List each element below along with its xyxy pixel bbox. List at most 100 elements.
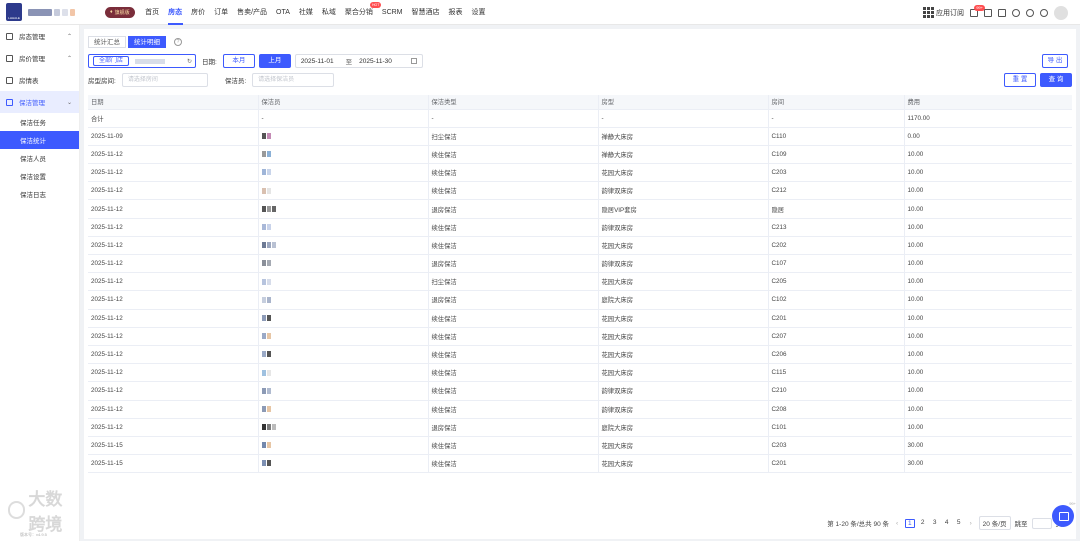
document-icon[interactable]: [984, 8, 992, 17]
table-cell: 续住保洁: [428, 163, 599, 183]
sidebar-group-0[interactable]: 房态管理 ⌃: [0, 25, 79, 47]
sidebar-item-1[interactable]: 保洁统计: [0, 131, 79, 149]
table-row[interactable]: 2025-11-15 续住保洁 花园大床房 C203 30.00: [88, 436, 1072, 456]
refresh-icon[interactable]: ↻: [187, 58, 192, 65]
table-row[interactable]: 2025-11-12 续住保洁 韵律双床房 C212 10.00: [88, 181, 1072, 201]
query-button[interactable]: 查 询: [1040, 73, 1072, 87]
column-header[interactable]: 保洁员: [258, 95, 429, 110]
table-cell: C212: [768, 181, 905, 201]
table-cell: 隐居VIP套房: [598, 199, 769, 219]
export-button[interactable]: 导 出: [1042, 54, 1068, 68]
nav-item-5[interactable]: OTA: [272, 0, 295, 25]
nav-item-7[interactable]: 私域: [317, 0, 340, 25]
table-cell: 花园大床房: [598, 436, 769, 456]
message-icon[interactable]: 99+: [970, 4, 985, 17]
store-select[interactable]: 全部门店 ↻: [88, 54, 196, 68]
table-row[interactable]: 2025-11-12 退房保洁 庭院大床房 C101 10.00: [88, 418, 1072, 437]
date-to[interactable]: 2025-11-30: [359, 58, 392, 65]
nav-item-3[interactable]: 订单: [210, 0, 233, 25]
nav-item-0[interactable]: 首页: [141, 0, 164, 25]
nav-item-4[interactable]: 售卖/产品: [233, 0, 272, 25]
column-header[interactable]: 保洁类型: [428, 95, 599, 110]
tab-summary[interactable]: 统计汇总: [88, 36, 126, 48]
edit-icon[interactable]: [998, 8, 1006, 17]
hotel-name-blurred: [28, 8, 75, 16]
page-number[interactable]: 4: [943, 519, 951, 528]
table-row[interactable]: 2025-11-12 续住保洁 花园大床房 C201 10.00: [88, 309, 1072, 328]
chat-button[interactable]: 99+: [1052, 501, 1076, 527]
cleaner-select[interactable]: 请选择保洁员: [252, 73, 335, 87]
nav-item-6[interactable]: 社媒: [294, 0, 317, 25]
sidebar-item-4[interactable]: 保洁日志: [0, 185, 79, 203]
table-row[interactable]: 2025-11-12 退房保洁 庭院大床房 C102 10.00: [88, 290, 1072, 310]
room-select[interactable]: 请选择房间: [121, 73, 208, 87]
table-row[interactable]: 2025-11-12 退房保洁 隐居VIP套房 隐居 10.00: [88, 199, 1072, 219]
sidebar-group-2[interactable]: 房情表: [0, 69, 79, 91]
table-row[interactable]: 2025-11-12 续住保洁 花园大床房 C206 10.00: [88, 345, 1072, 365]
table-row[interactable]: 2025-11-09 扫尘保洁 禅静大床房 C110 0.00: [88, 127, 1072, 146]
reset-button[interactable]: 重 置: [1004, 73, 1036, 87]
page-number[interactable]: 2: [919, 519, 927, 528]
prev-page-icon[interactable]: ‹: [893, 520, 901, 527]
column-header[interactable]: 日期: [88, 95, 259, 110]
nav-item-8[interactable]: 聚合分销 HOT: [340, 0, 382, 25]
table-cell: 30.00: [904, 454, 1072, 474]
sidebar-item-2[interactable]: 保洁人员: [0, 149, 79, 167]
date-from[interactable]: 2025-11-01: [301, 58, 334, 65]
avatar[interactable]: [1054, 5, 1068, 20]
nav-item-10[interactable]: 智慧酒店: [407, 0, 444, 25]
table-row[interactable]: 2025-11-12 扫尘保洁 花园大床房 C205 10.00: [88, 272, 1072, 292]
table-row[interactable]: 2025-11-12 续住保洁 韵律双床房 C213 10.00: [88, 218, 1072, 237]
page-size-select[interactable]: 20 条/页: [978, 516, 1011, 530]
jump-input[interactable]: [1031, 517, 1052, 529]
help-icon[interactable]: ?: [174, 38, 182, 46]
cleaning-stats-table: 日期 保洁员 保洁类型 房型 房间 费用 合计 - - - -1170.00 2025-11-09 扫…: [88, 95, 1072, 474]
nav-item-12[interactable]: 设置: [467, 0, 490, 25]
last-month-button[interactable]: 上月: [258, 54, 291, 68]
column-header[interactable]: 房型: [598, 95, 769, 110]
date-range-picker[interactable]: 2025-11-01 至 2025-11-30: [294, 54, 423, 68]
table-row[interactable]: 2025-11-15 续住保洁 花园大床房 C201 30.00: [88, 454, 1072, 474]
table-cell: C203: [768, 163, 905, 183]
table-row[interactable]: 2025-11-12 续住保洁 花园大床房 C202 10.00: [88, 236, 1072, 256]
tab-detail[interactable]: 统计明细: [128, 36, 166, 48]
table-cell: 韵律双床房: [598, 381, 769, 401]
table-row[interactable]: 2025-11-12 续住保洁 韵律双床房 C210 10.00: [88, 381, 1072, 401]
page-number[interactable]: 3: [931, 519, 939, 528]
table-row[interactable]: 2025-11-12 续住保洁 禅静大床房 C109 10.00: [88, 145, 1072, 165]
chevron-down-icon: ⌄: [66, 99, 72, 106]
nav-label: 房态: [168, 8, 183, 16]
nav-item-11[interactable]: 报表: [444, 0, 467, 25]
main-nav: 首页 房态 房价 订单 售卖/产品 OTA 社媒 私域 聚合分销 HOT SCRM 智慧酒店 报表 设置: [141, 0, 490, 25]
sidebar-group-1[interactable]: 房价管理 ⌃: [0, 47, 79, 69]
table-cell: 续住保洁: [428, 309, 599, 328]
bell-icon[interactable]: [1040, 8, 1048, 17]
column-header[interactable]: 费用: [904, 95, 1072, 110]
sidebar-item-0[interactable]: 保洁任务: [0, 113, 79, 131]
column-header[interactable]: 房间: [768, 95, 905, 110]
table-row[interactable]: 2025-11-12 续住保洁 花园大床房 C203 10.00: [88, 163, 1072, 183]
table-row[interactable]: 2025-11-12 续住保洁 花园大床房 C115 10.00: [88, 363, 1072, 383]
sidebar-group-3[interactable]: 保洁管理 ⌄: [0, 91, 79, 113]
this-month-button[interactable]: 本月: [222, 54, 255, 68]
headset-icon[interactable]: [1012, 8, 1020, 17]
brand-logo[interactable]: LHHALE: [6, 3, 22, 21]
table-row[interactable]: 2025-11-12 续住保洁 花园大床房 C207 10.00: [88, 327, 1072, 346]
page-number[interactable]: 1: [905, 518, 915, 528]
date-label: 日期:: [202, 59, 217, 66]
store-tag[interactable]: 全部门店: [93, 56, 130, 66]
page-number[interactable]: 5: [955, 519, 963, 528]
next-page-icon[interactable]: ›: [967, 520, 975, 527]
table-cell: 花园大床房: [598, 454, 769, 474]
nav-item-9[interactable]: SCRM: [377, 0, 407, 25]
app-subscription-button[interactable]: 应用订阅: [923, 7, 964, 18]
nav-item-1[interactable]: 房态: [164, 0, 187, 25]
table-row[interactable]: 2025-11-12 续住保洁 韵律双床房 C208 10.00: [88, 400, 1072, 419]
nav-item-2[interactable]: 房价: [187, 0, 210, 25]
table-cell: 2025-11-12: [88, 363, 259, 383]
table-cell: 10.00: [904, 400, 1072, 419]
sidebar-item-3[interactable]: 保洁设置: [0, 167, 79, 185]
table-row[interactable]: 2025-11-12 退房保洁 韵律双床房 C107 10.00: [88, 254, 1072, 274]
download-icon[interactable]: [1026, 8, 1034, 17]
nav-label: 智慧酒店: [411, 8, 440, 16]
